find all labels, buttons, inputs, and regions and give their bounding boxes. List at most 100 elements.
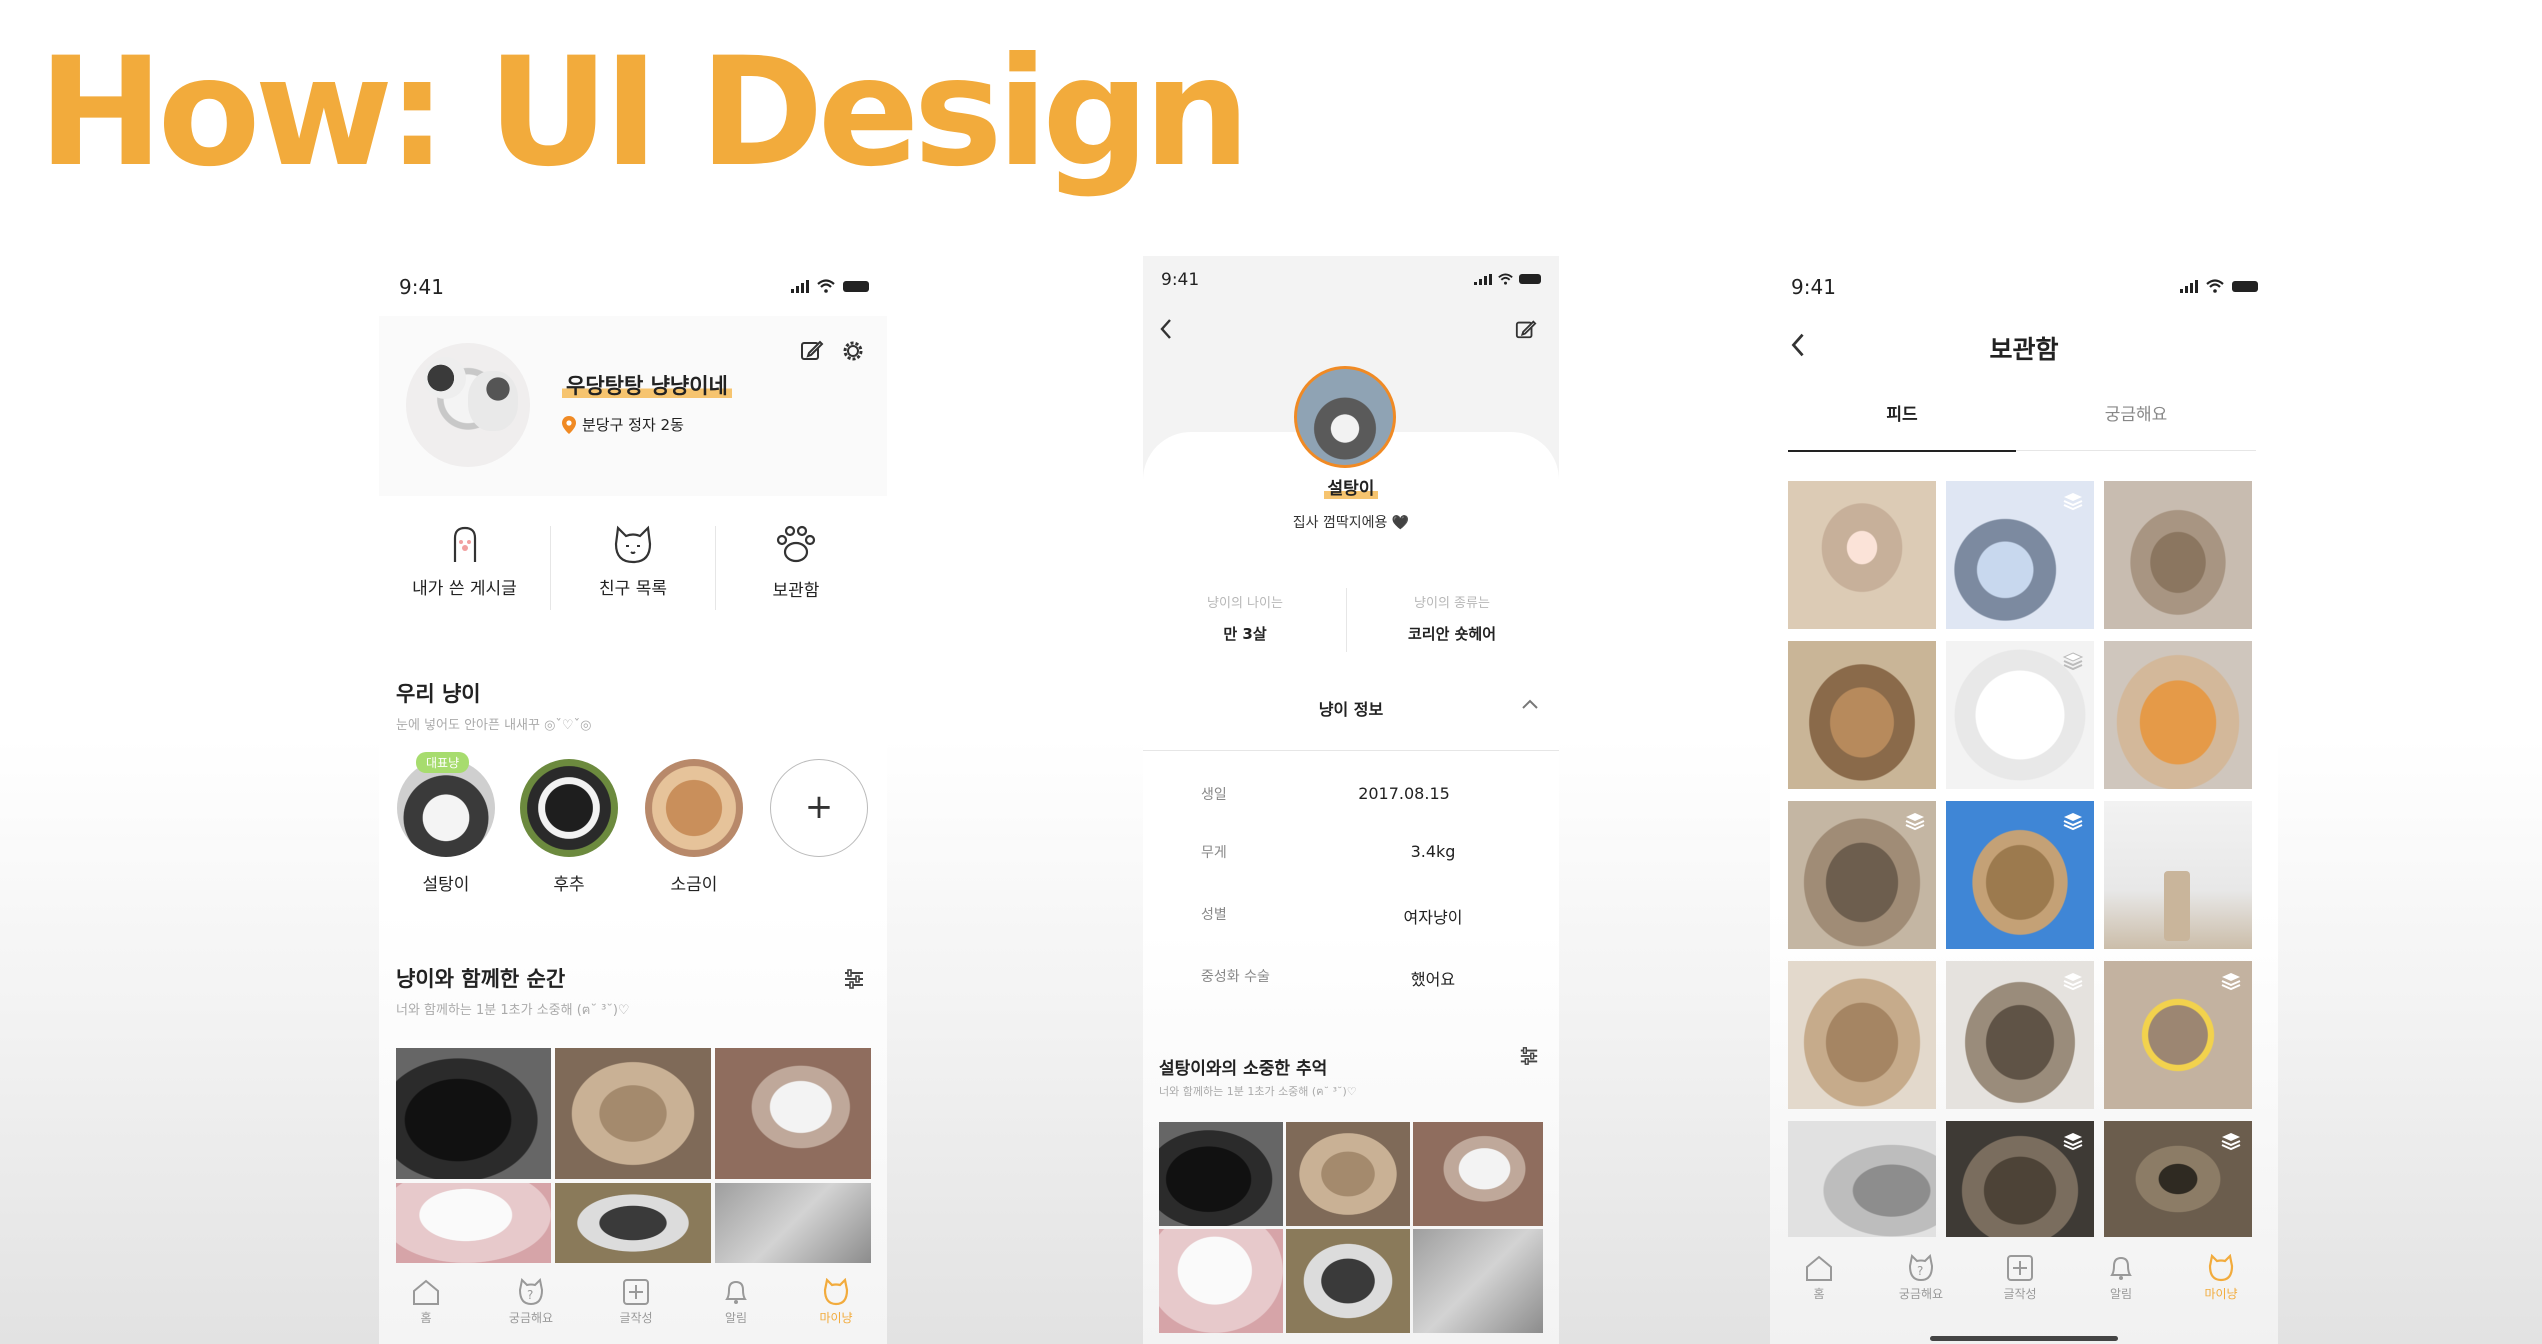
menu-label: 친구 목록 [599, 579, 667, 599]
info-label: 무게 [1201, 845, 1227, 861]
stat-label: 냥이의 종류는 [1414, 596, 1490, 611]
profile-location: 분당구 정자 2동 [562, 414, 684, 435]
moment-photo[interactable] [715, 1183, 871, 1263]
moment-photo[interactable] [715, 1048, 871, 1179]
edit-icon[interactable] [800, 338, 824, 362]
memory-photo[interactable] [1413, 1229, 1543, 1333]
saved-photo[interactable] [1946, 961, 2094, 1109]
multi-image-stack-icon [2063, 493, 2083, 511]
plus-square-icon [623, 1279, 649, 1305]
cat-avatar[interactable] [645, 759, 743, 857]
multi-image-stack-icon [2063, 1133, 2083, 1151]
multi-image-stack-icon [2221, 1133, 2241, 1151]
memory-photo[interactable] [1286, 1122, 1410, 1226]
section-subtitle: 눈에 넣어도 안아픈 내새꾸 ◎ˇ♡ˇ◎ [396, 718, 592, 733]
nav-home[interactable]: 홈 [391, 1278, 461, 1326]
plus-square-icon [2007, 1255, 2033, 1281]
info-label: 성별 [1201, 907, 1227, 923]
info-header[interactable]: 냥이 정보 [1143, 696, 1559, 736]
cat-face-icon [823, 1277, 849, 1306]
profile-name: 우당탕탕 냥냥이네 [562, 370, 732, 400]
info-value: 3.4kg [1410, 842, 1456, 861]
location-pin-icon [562, 415, 576, 434]
memory-photo[interactable] [1286, 1229, 1410, 1333]
saved-photo[interactable] [1946, 481, 2094, 629]
stat-value: 만 3살 [1223, 625, 1267, 643]
profile-screen: 9:41 우당탕탕 냥냥이네 분당구 정자 2동 내가 쓴 게시글 친구 목록 … [379, 258, 887, 1344]
back-chevron-icon[interactable] [1159, 318, 1173, 340]
cat-name: 설탕이 [422, 875, 470, 895]
chevron-up-icon[interactable] [1521, 698, 1539, 710]
saved-photo[interactable] [1788, 481, 1936, 629]
status-time: 9:41 [1161, 270, 1200, 290]
edit-icon[interactable] [1515, 318, 1537, 340]
cat-avatar[interactable] [1294, 366, 1396, 468]
nav-home[interactable]: 홈 [1784, 1254, 1854, 1302]
saved-photo[interactable] [2104, 961, 2252, 1109]
status-icons [2180, 279, 2258, 293]
moment-photo[interactable] [396, 1048, 551, 1179]
stat-divider [1346, 588, 1347, 652]
nav-notifications[interactable]: 알림 [701, 1278, 771, 1326]
settings-gear-icon[interactable] [840, 338, 866, 364]
nav-label: 알림 [2109, 1287, 2133, 1301]
cat-avatar[interactable] [397, 759, 495, 857]
info-divider [1143, 750, 1559, 751]
moment-photo[interactable] [555, 1048, 711, 1179]
profile-avatar[interactable] [406, 343, 530, 467]
menu-friends[interactable]: 친구 목록 [551, 520, 715, 620]
saved-photo[interactable] [2104, 1121, 2252, 1237]
menu-label: 내가 쓴 게시글 [412, 579, 517, 599]
moment-photo[interactable] [555, 1183, 711, 1263]
nav-my-cat[interactable]: 마이냥 [801, 1277, 871, 1326]
home-icon [1806, 1255, 1832, 1281]
filter-sliders-icon[interactable] [843, 968, 865, 990]
nav-questions[interactable]: ? 궁금해요 [1881, 1253, 1961, 1302]
nav-label: 글작성 [619, 1311, 653, 1325]
menu-storage[interactable]: 보관함 [716, 520, 876, 620]
saved-photo[interactable] [1788, 961, 1936, 1109]
multi-image-stack-icon [2063, 973, 2083, 991]
question-cat-icon: ? [1908, 1253, 1934, 1282]
tab-questions[interactable]: 궁금해요 [2016, 400, 2256, 451]
nav-write[interactable]: 글작성 [1985, 1254, 2055, 1302]
cat-name: 설탕이 [1143, 474, 1559, 499]
stat-breed: 냥이의 종류는 코리안 숏헤어 [1357, 592, 1547, 644]
saved-photo[interactable] [1946, 1121, 2094, 1237]
nav-my-cat[interactable]: 마이냥 [2186, 1253, 2256, 1302]
home-indicator [1930, 1336, 2118, 1341]
saved-photo[interactable] [1788, 1121, 1936, 1237]
saved-photo[interactable] [1788, 801, 1936, 949]
signal-icon [2180, 279, 2198, 293]
saved-photo[interactable] [1788, 641, 1936, 789]
menu-my-posts[interactable]: 내가 쓴 게시글 [379, 520, 550, 620]
nav-label: 궁금해요 [508, 1311, 554, 1325]
section-title: 우리 냥이 [396, 682, 481, 706]
tab-label: 궁금해요 [2104, 405, 2168, 425]
cat-avatar[interactable] [520, 759, 618, 857]
saved-photo[interactable] [1946, 801, 2094, 949]
tab-feed[interactable]: 피드 [1788, 400, 2016, 452]
saved-photo[interactable] [2104, 641, 2252, 789]
bell-icon [725, 1280, 747, 1304]
nav-notifications[interactable]: 알림 [2086, 1254, 2156, 1302]
memory-photo[interactable] [1413, 1122, 1543, 1226]
memory-photo[interactable] [1159, 1122, 1283, 1226]
moment-photo[interactable] [396, 1183, 551, 1263]
status-time: 9:41 [399, 275, 444, 299]
saved-photo[interactable] [2104, 481, 2252, 629]
nav-write[interactable]: 글작성 [601, 1278, 671, 1326]
question-cat-icon: ? [518, 1277, 544, 1306]
saved-photo[interactable] [2104, 801, 2252, 949]
cat-name: 소금이 [670, 875, 718, 895]
svg-text:?: ? [527, 1288, 533, 1302]
nav-questions[interactable]: ? 궁금해요 [491, 1277, 571, 1326]
svg-text:?: ? [1917, 1264, 1923, 1278]
memory-photo[interactable] [1159, 1229, 1283, 1333]
add-cat-button[interactable]: + [770, 759, 868, 857]
menu-row: 내가 쓴 게시글 친구 목록 보관함 [379, 520, 887, 620]
filter-sliders-icon[interactable] [1519, 1046, 1539, 1066]
section-title: 냥이와 함께한 순간 [396, 967, 566, 991]
saved-photo[interactable] [1946, 641, 2094, 789]
stat-value: 코리안 숏헤어 [1407, 625, 1497, 643]
